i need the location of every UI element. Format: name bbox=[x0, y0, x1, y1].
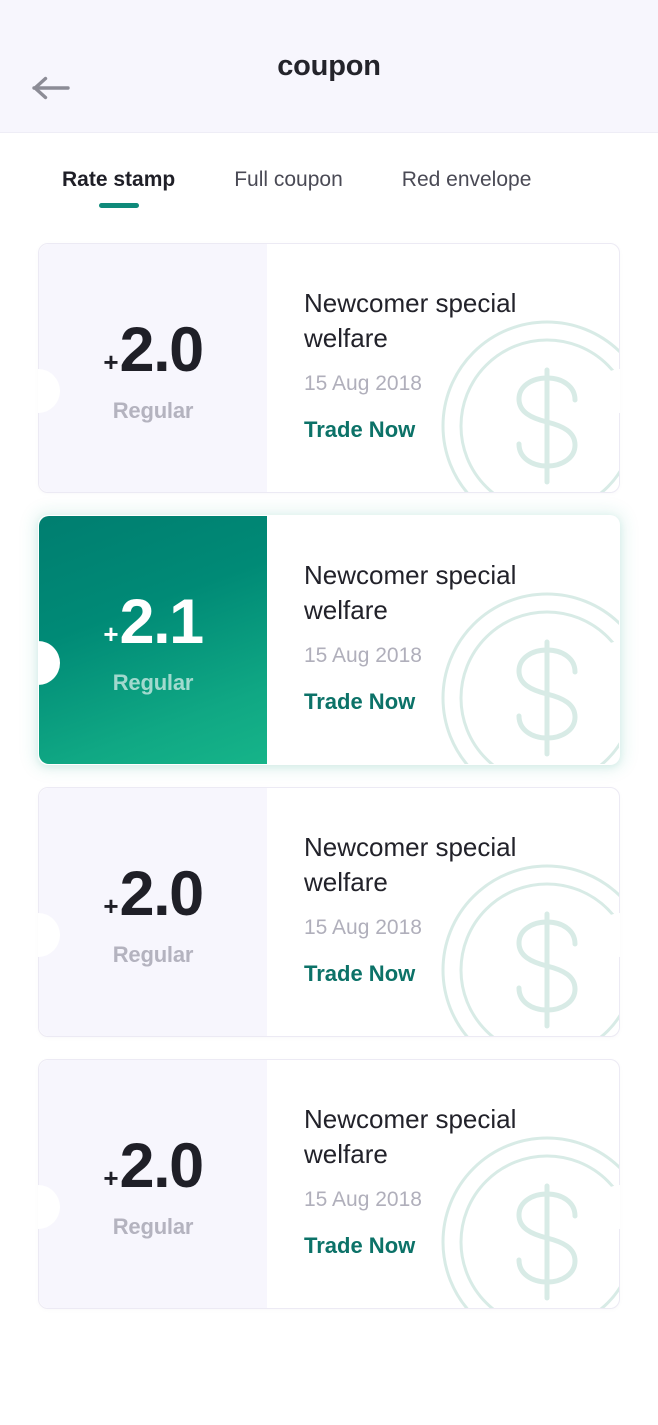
coupon-value: 2.0 bbox=[119, 314, 205, 385]
coupon-amount-panel: + 2.0 Regular bbox=[39, 788, 267, 1036]
coupon-plus-sign: + bbox=[103, 618, 119, 649]
arrow-left-icon bbox=[32, 75, 72, 101]
coupon-detail-panel: Newcomer special welfare 15 Aug 2018 Tra… bbox=[267, 788, 619, 1036]
coupon-date: 15 Aug 2018 bbox=[304, 372, 422, 396]
tab-bar: Rate stamp Full coupon Red envelope bbox=[0, 133, 658, 243]
tab-full-coupon[interactable]: Full coupon bbox=[234, 168, 343, 208]
coupon-card[interactable]: + 2.0 Regular Newcomer special welfare 1… bbox=[38, 787, 620, 1037]
coupon-title: Newcomer special welfare bbox=[304, 1104, 517, 1169]
coupon-card[interactable]: + 2.1 Regular Newcomer special welfare 1… bbox=[38, 515, 620, 765]
coupon-unit-label: Regular bbox=[112, 1213, 194, 1239]
back-button[interactable] bbox=[32, 66, 76, 110]
coupon-card[interactable]: + 2.0 Regular Newcomer special welfare 1… bbox=[38, 243, 620, 493]
coupon-plus-sign: + bbox=[103, 890, 119, 921]
coupon-value: 2.1 bbox=[119, 586, 205, 657]
tab-label: Red envelope bbox=[401, 168, 532, 191]
coupon-title: Newcomer special welfare bbox=[304, 560, 517, 625]
coupon-date: 15 Aug 2018 bbox=[304, 1188, 422, 1212]
coupon-amount-panel: + 2.0 Regular bbox=[39, 1060, 267, 1308]
coupon-date: 15 Aug 2018 bbox=[304, 644, 422, 668]
coupon-amount: + 2.1 bbox=[103, 586, 205, 657]
coupon-detail-panel: Newcomer special welfare 15 Aug 2018 Tra… bbox=[267, 244, 619, 492]
trade-now-button[interactable]: Trade Now bbox=[304, 1233, 415, 1259]
trade-now-button[interactable]: Trade Now bbox=[304, 689, 415, 715]
coupon-amount-panel: + 2.1 Regular bbox=[39, 516, 267, 764]
tab-red-envelope[interactable]: Red envelope bbox=[402, 168, 532, 208]
coupon-date: 15 Aug 2018 bbox=[304, 916, 422, 940]
coupon-value: 2.0 bbox=[119, 1130, 205, 1201]
coupon-unit-label: Regular bbox=[112, 397, 194, 423]
coupon-detail-panel: Newcomer special welfare 15 Aug 2018 Tra… bbox=[267, 516, 619, 764]
coupon-list: + 2.0 Regular Newcomer special welfare 1… bbox=[0, 243, 658, 1309]
coupon-detail-panel: Newcomer special welfare 15 Aug 2018 Tra… bbox=[267, 1060, 619, 1308]
coupon-card[interactable]: + 2.0 Regular Newcomer special welfare 1… bbox=[38, 1059, 620, 1309]
trade-now-button[interactable]: Trade Now bbox=[304, 417, 415, 443]
coupon-title: Newcomer special welfare bbox=[304, 832, 517, 897]
coupon-plus-sign: + bbox=[103, 346, 119, 377]
tab-rate-stamp[interactable]: Rate stamp bbox=[62, 168, 175, 208]
coupon-title: Newcomer special welfare bbox=[304, 288, 517, 353]
tab-active-indicator bbox=[98, 203, 139, 208]
tab-label: Full coupon bbox=[234, 168, 343, 191]
coupon-amount: + 2.0 bbox=[103, 858, 205, 929]
coupon-value: 2.0 bbox=[119, 858, 205, 929]
trade-now-button[interactable]: Trade Now bbox=[304, 961, 415, 987]
page-title: coupon bbox=[277, 49, 381, 82]
coupon-amount-panel: + 2.0 Regular bbox=[39, 244, 267, 492]
coupon-unit-label: Regular bbox=[112, 669, 194, 695]
coupon-amount: + 2.0 bbox=[103, 1130, 205, 1201]
coupon-unit-label: Regular bbox=[112, 941, 194, 967]
app-header: coupon bbox=[0, 0, 658, 133]
coupon-plus-sign: + bbox=[103, 1162, 119, 1193]
tab-label: Rate stamp bbox=[62, 168, 176, 191]
coupon-amount: + 2.0 bbox=[103, 314, 205, 385]
